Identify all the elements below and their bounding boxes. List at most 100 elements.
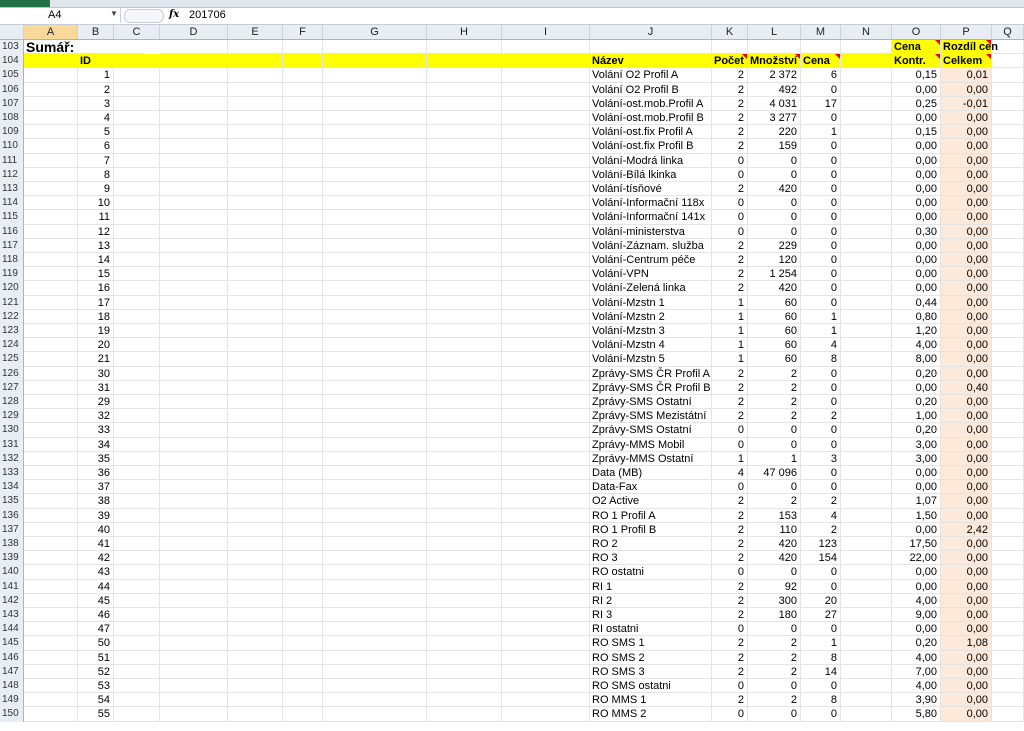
cell[interactable] [160, 366, 228, 381]
control-price-cell[interactable]: 0,00 [892, 238, 941, 253]
id-cell[interactable]: 8 [78, 167, 114, 182]
cell[interactable] [283, 423, 323, 438]
count-cell[interactable]: 0 [712, 622, 748, 637]
cell[interactable] [228, 111, 283, 126]
cell[interactable] [283, 409, 323, 424]
count-cell[interactable]: 1 [712, 295, 748, 310]
cell[interactable] [114, 693, 160, 708]
cell[interactable] [502, 395, 590, 410]
cell[interactable] [283, 494, 323, 509]
price-cell[interactable]: 0 [801, 466, 841, 481]
id-cell[interactable]: 40 [78, 522, 114, 537]
name-cell[interactable]: Volání-VPN [590, 267, 712, 282]
control-price-cell[interactable]: 0,00 [892, 253, 941, 268]
cell[interactable] [228, 352, 283, 367]
cell[interactable] [841, 68, 892, 83]
cell[interactable] [283, 295, 323, 310]
row-number[interactable]: 112 [0, 167, 24, 182]
cell[interactable] [114, 537, 160, 552]
cell[interactable] [24, 267, 78, 282]
cell[interactable] [841, 96, 892, 111]
control-price-cell[interactable]: 3,00 [892, 437, 941, 452]
cell[interactable] [24, 395, 78, 410]
cell[interactable] [502, 650, 590, 665]
cell[interactable] [283, 182, 323, 197]
name-cell[interactable]: Zprávy-SMS Mezistátní [590, 409, 712, 424]
cell[interactable] [160, 664, 228, 679]
cell[interactable] [323, 466, 427, 481]
cell[interactable] [427, 409, 502, 424]
count-cell[interactable]: 2 [712, 608, 748, 623]
cell[interactable] [24, 593, 78, 608]
cell[interactable] [114, 466, 160, 481]
cell[interactable] [160, 40, 228, 55]
difference-cell[interactable]: 0,00 [941, 565, 992, 580]
control-price-cell[interactable]: 0,00 [892, 182, 941, 197]
cell[interactable] [427, 395, 502, 410]
cell[interactable] [24, 579, 78, 594]
cell[interactable] [228, 565, 283, 580]
cell[interactable] [283, 224, 323, 239]
count-cell[interactable]: 2 [712, 494, 748, 509]
name-cell[interactable]: O2 Active [590, 494, 712, 509]
cell[interactable] [283, 324, 323, 339]
name-cell[interactable]: Volání-Mzstn 3 [590, 324, 712, 339]
cell[interactable] [160, 650, 228, 665]
cell[interactable] [427, 707, 502, 722]
cell[interactable] [841, 281, 892, 296]
id-cell[interactable]: 32 [78, 409, 114, 424]
difference-cell[interactable]: 0,00 [941, 622, 992, 637]
cell[interactable] [24, 224, 78, 239]
row-number[interactable]: 148 [0, 679, 24, 694]
difference-cell[interactable]: 0,00 [941, 423, 992, 438]
id-cell[interactable]: 15 [78, 267, 114, 282]
cell[interactable] [502, 622, 590, 637]
cell[interactable] [24, 494, 78, 509]
cell[interactable] [228, 210, 283, 225]
cell[interactable] [24, 423, 78, 438]
cell[interactable] [323, 650, 427, 665]
cell[interactable] [992, 679, 1024, 694]
cell[interactable] [427, 210, 502, 225]
control-price-cell[interactable]: 0,00 [892, 579, 941, 594]
cell[interactable] [992, 451, 1024, 466]
name-cell[interactable]: Zprávy-MMS Ostatní [590, 451, 712, 466]
price-cell[interactable]: 0 [801, 366, 841, 381]
cell[interactable] [228, 82, 283, 97]
row-number[interactable]: 135 [0, 494, 24, 509]
cell[interactable] [283, 579, 323, 594]
id-cell[interactable]: 37 [78, 480, 114, 495]
header-cell[interactable] [323, 54, 427, 69]
id-cell[interactable]: 6 [78, 139, 114, 154]
difference-cell[interactable]: 0,00 [941, 196, 992, 211]
cell[interactable] [114, 395, 160, 410]
count-cell[interactable]: 2 [712, 508, 748, 523]
cell[interactable] [114, 480, 160, 495]
cell[interactable] [160, 409, 228, 424]
cell[interactable] [24, 636, 78, 651]
control-price-cell[interactable]: 0,00 [892, 210, 941, 225]
cell[interactable] [24, 324, 78, 339]
price-cell[interactable]: 0 [801, 565, 841, 580]
cell[interactable] [24, 139, 78, 154]
name-cell[interactable]: Volání-Mzstn 1 [590, 295, 712, 310]
cell[interactable] [427, 295, 502, 310]
id-cell[interactable]: 5 [78, 125, 114, 140]
difference-cell[interactable]: 0,00 [941, 437, 992, 452]
control-price-cell[interactable]: 0,30 [892, 224, 941, 239]
difference-cell[interactable]: 0,00 [941, 480, 992, 495]
cell[interactable] [841, 82, 892, 97]
quantity-cell[interactable]: 0 [748, 679, 801, 694]
name-cell[interactable]: Zprávy-MMS Mobil [590, 437, 712, 452]
cell[interactable] [841, 40, 892, 55]
control-price-cell[interactable]: 1,50 [892, 508, 941, 523]
row-number[interactable]: 115 [0, 210, 24, 225]
cell[interactable] [427, 466, 502, 481]
cell[interactable] [841, 664, 892, 679]
name-cell[interactable]: Volání-Informační 141x [590, 210, 712, 225]
name-cell[interactable]: Volání-ost.mob.Profil B [590, 111, 712, 126]
cell[interactable] [992, 182, 1024, 197]
cell[interactable] [228, 636, 283, 651]
difference-cell[interactable]: 0,00 [941, 409, 992, 424]
quantity-cell[interactable]: 60 [748, 352, 801, 367]
